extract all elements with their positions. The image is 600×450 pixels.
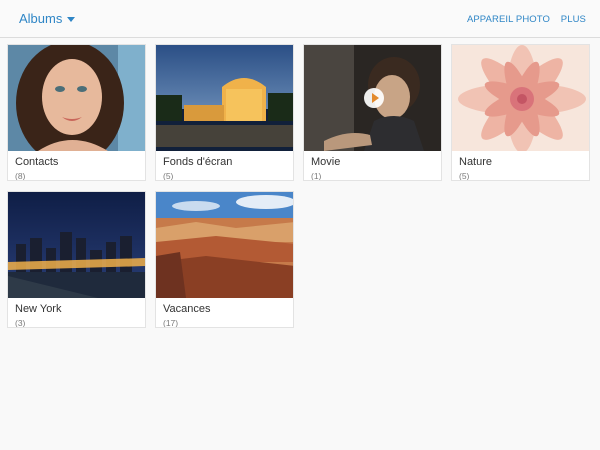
album-selector-label: Albums — [19, 11, 63, 26]
album-title: Movie — [311, 156, 341, 168]
app-header: Albums APPAREIL PHOTO PLUS — [0, 0, 600, 38]
album-title: Nature — [459, 156, 493, 168]
album-thumbnail — [156, 192, 293, 298]
play-icon — [364, 88, 384, 108]
album-thumbnail — [8, 192, 145, 298]
album-card-vacances[interactable]: Vacances (17) — [155, 191, 294, 328]
album-card-new-york[interactable]: New York (3) — [7, 191, 146, 328]
album-title: Fonds d'écran — [163, 156, 233, 168]
album-card-wallpapers[interactable]: Fonds d'écran (5) — [155, 44, 294, 181]
album-count: (3) — [15, 318, 26, 328]
album-count: (5) — [459, 171, 470, 181]
album-selector[interactable]: Albums — [19, 11, 76, 26]
camera-button[interactable]: APPAREIL PHOTO — [467, 14, 550, 25]
chevron-down-icon — [67, 16, 76, 22]
album-card-contacts[interactable]: Contacts (8) — [7, 44, 146, 181]
album-count: (17) — [163, 318, 179, 328]
album-thumbnail — [304, 45, 441, 151]
album-count: (5) — [163, 171, 174, 181]
album-thumbnail — [452, 45, 589, 151]
album-count: (8) — [15, 171, 26, 181]
album-thumbnail — [8, 45, 145, 151]
album-card-movie[interactable]: Movie (1) — [303, 44, 442, 181]
album-card-nature[interactable]: Nature (5) — [451, 44, 590, 181]
more-button[interactable]: PLUS — [561, 14, 586, 25]
album-thumbnail — [156, 45, 293, 151]
album-count: (1) — [311, 171, 322, 181]
album-title: New York — [15, 303, 62, 315]
album-title: Vacances — [163, 303, 211, 315]
album-title: Contacts — [15, 156, 59, 168]
